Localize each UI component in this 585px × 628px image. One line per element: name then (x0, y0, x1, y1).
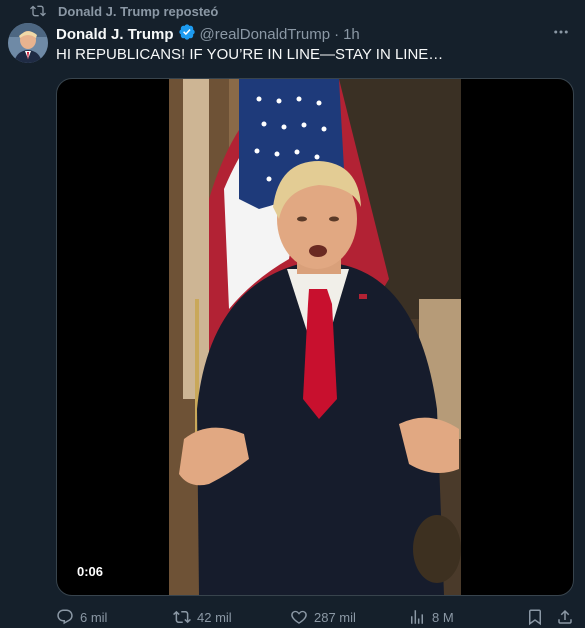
share-icon (556, 608, 574, 626)
repost-context: Donald J. Trump reposteó (30, 0, 218, 22)
author-display-name[interactable]: Donald J. Trump (56, 26, 174, 43)
bookmark-button[interactable] (526, 608, 556, 626)
tweet-text: HI REPUBLICANS! IF YOU’RE IN LINE—STAY I… (56, 46, 444, 63)
repost-label[interactable]: Donald J. Trump reposteó (58, 4, 218, 19)
reply-button[interactable]: 6 mil (56, 608, 173, 626)
reply-count: 6 mil (80, 609, 108, 625)
repost-count: 42 mil (197, 609, 232, 625)
verified-badge-icon[interactable] (178, 23, 196, 45)
tweet-timestamp[interactable]: 1h (343, 26, 360, 43)
views-button[interactable]: 8 M (408, 608, 526, 626)
views-icon (408, 608, 426, 626)
author-handle[interactable]: @realDonaldTrump (200, 26, 331, 43)
tweet-card[interactable]: Donald J. Trump reposteó Donald J. Trump… (0, 0, 585, 628)
video-duration: 0:06 (71, 562, 110, 581)
repost-button[interactable]: 42 mil (173, 608, 290, 626)
more-icon (552, 23, 570, 46)
video-player[interactable]: 0:06 (56, 78, 574, 596)
views-count: 8 M (432, 609, 454, 625)
repost-action-icon (173, 608, 191, 626)
header-separator: · (334, 25, 340, 43)
more-options-button[interactable] (551, 24, 571, 44)
heart-icon (290, 608, 308, 626)
video-frame (169, 79, 461, 595)
like-count: 287 mil (314, 609, 356, 625)
action-bar: 6 mil 42 mil 287 mil 8 M (56, 606, 576, 628)
tweet-header: Donald J. Trump @realDonaldTrump · 1h (56, 24, 360, 44)
reply-icon (56, 608, 74, 626)
like-button[interactable]: 287 mil (290, 608, 408, 626)
bookmark-icon (526, 608, 544, 626)
avatar[interactable] (8, 23, 48, 63)
share-button[interactable] (556, 608, 576, 626)
repost-icon (30, 3, 46, 19)
